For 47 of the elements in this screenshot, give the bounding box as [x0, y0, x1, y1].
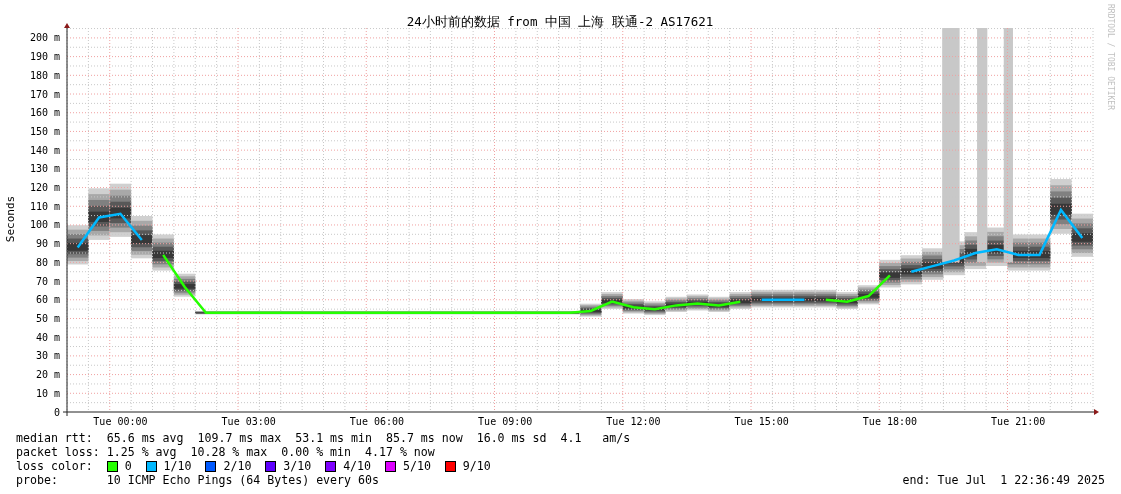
y-tick-label: 150 m: [29, 125, 60, 137]
stat-values: 65.6 ms avg 109.7 ms max 53.1 ms min 85.7 ms now 16.0 ms sd 4.1 am/s: [106, 431, 631, 445]
legend-label: 0: [124, 459, 132, 473]
y-tick-label: 180 m: [29, 69, 60, 81]
y-tick-label: 160 m: [29, 107, 60, 119]
y-tick-label: 50 m: [35, 313, 60, 324]
y-tick-label: 100 m: [29, 219, 60, 231]
end-time: end: Tue Jul 1 22:36:49 2025: [902, 473, 1105, 487]
legend-label: 3/10: [283, 459, 312, 473]
credit-text: RRDTOOL / TOBI OETIKER: [1106, 4, 1115, 110]
legend-label: 5/10: [403, 459, 431, 473]
y-tick-label: 40 m: [35, 331, 60, 343]
legend-label: loss color:: [16, 459, 94, 473]
y-tick-label: 130 m: [29, 163, 60, 175]
y-tick-label: 110 m: [29, 200, 60, 212]
y-tick-label: 60 m: [35, 294, 60, 306]
x-tick-label: Tue 12:00: [606, 416, 661, 427]
probe-label: probe:: [16, 473, 59, 487]
x-tick-label: Tue 21:00: [991, 416, 1046, 427]
legend-label: 9/10: [462, 459, 491, 473]
legend-label: 2/10: [223, 459, 252, 473]
y-tick-label: 10 m: [35, 387, 60, 399]
y-tick-label: 90 m: [35, 238, 60, 250]
stat-label: packet loss:: [16, 445, 101, 459]
y-tick-label: 80 m: [35, 256, 60, 268]
probe-text: 10 ICMP Echo Pings (64 Bytes) every 60s: [106, 473, 379, 487]
x-tick-label: Tue 06:00: [349, 416, 405, 427]
x-tick-label: Tue 00:00: [93, 416, 148, 427]
legend-label: 1/10: [163, 459, 192, 473]
y-tick-label: 30 m: [35, 350, 60, 362]
chart-title: 24小时前的数据 from 中国 上海 联通-2 AS17621: [406, 14, 714, 29]
y-tick-label: 190 m: [29, 51, 60, 63]
y-tick-label: 140 m: [29, 144, 60, 156]
stat-values: 1.25 % avg 10.28 % max 0.00 % min 4.17 % now: [106, 445, 435, 459]
y-tick-label: 70 m: [35, 275, 60, 287]
y-tick-label: 20 m: [35, 369, 60, 381]
y-tick-label: 0: [53, 406, 60, 418]
y-tick-label: 200 m: [29, 32, 60, 44]
x-tick-label: Tue 09:00: [478, 416, 533, 427]
stat-label: median rtt:: [16, 431, 94, 445]
y-axis-label: Seconds: [4, 195, 17, 243]
x-tick-label: Tue 03:00: [221, 416, 276, 427]
x-tick-label: Tue 15:00: [734, 416, 789, 427]
legend-label: 4/10: [343, 459, 372, 473]
x-tick-label: Tue 18:00: [862, 416, 918, 427]
y-tick-label: 120 m: [29, 182, 60, 194]
y-tick-label: 170 m: [29, 88, 60, 100]
